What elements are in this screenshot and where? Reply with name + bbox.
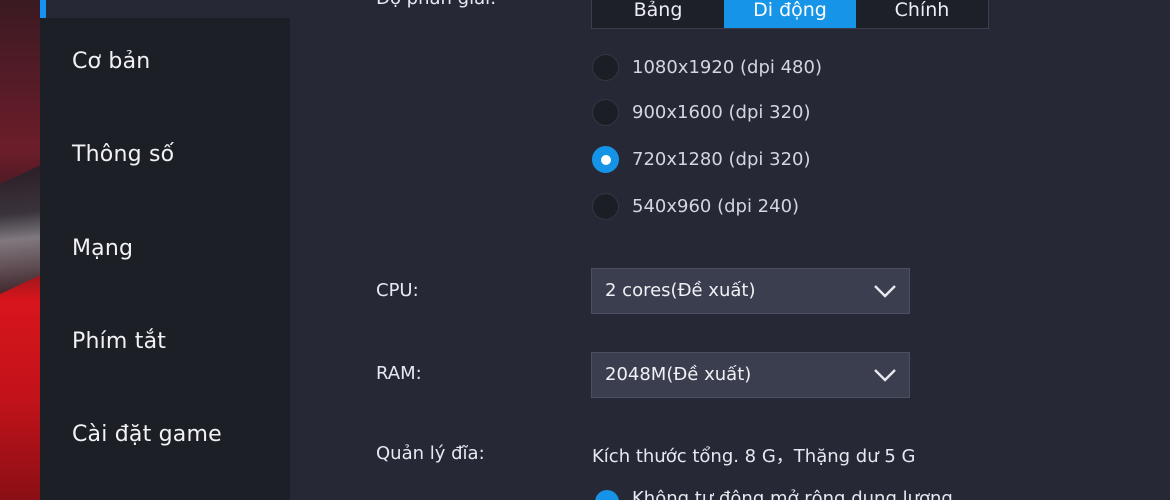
radio-button[interactable] [592,54,619,81]
sidebar-top-edge [46,0,290,18]
mode-tab-main[interactable]: Chính [856,0,988,28]
radio-button-selected[interactable] [592,146,619,173]
cpu-select-value: 2 cores(Đề xuất) [605,280,756,301]
disk-size-summary: Kích thước tổng. 8 G，Thặng dư 5 G [592,446,916,467]
settings-sidebar: Cơ bản Thông số Mạng Phím tắt Cài đặt ga… [40,18,290,500]
artwork-car-detail [0,156,40,294]
sidebar-item-label: Thông số [72,142,175,167]
sidebar-item-shortcuts[interactable]: Phím tắt [72,329,166,354]
disk-option-label: Không tự động mở rộng dung lượng [632,488,953,500]
resolution-option[interactable]: 720x1280 (dpi 320) [592,146,811,173]
disk-label: Quản lý đĩa: [376,443,485,464]
chevron-down-icon [874,285,896,298]
chevron-down-icon [874,369,896,382]
radio-button[interactable] [592,99,619,126]
resolution-mode-switch: Bảng Di động Chính [591,0,989,29]
radio-button-selected[interactable] [595,490,619,500]
resolution-label: Độ phân giải: [376,0,496,9]
resolution-option[interactable]: 900x1600 (dpi 320) [592,99,811,126]
radio-button[interactable] [592,193,619,220]
resolution-option-label: 720x1280 (dpi 320) [632,149,811,170]
resolution-option-label: 900x1600 (dpi 320) [632,102,811,123]
resolution-option-label: 540x960 (dpi 240) [632,196,800,217]
cpu-label: CPU: [376,280,419,301]
sidebar-item-basic[interactable]: Cơ bản [72,49,150,74]
sidebar-item-label: Cơ bản [72,49,151,74]
sidebar-item-specs[interactable]: Thông số [72,142,174,167]
resolution-option-label: 1080x1920 (dpi 480) [632,57,822,78]
ram-select-value: 2048M(Đề xuất) [605,364,752,385]
mode-tab-tablet[interactable]: Bảng [592,0,724,28]
ram-select[interactable]: 2048M(Đề xuất) [591,352,910,398]
resolution-option[interactable]: 540x960 (dpi 240) [592,193,799,220]
sidebar-item-label: Phím tắt [72,329,167,354]
background-artwork [0,0,40,500]
sidebar-item-label: Mạng [72,236,134,261]
sidebar-item-network[interactable]: Mạng [72,236,133,261]
ram-label: RAM: [376,363,422,384]
mode-tab-mobile[interactable]: Di động [724,0,856,28]
sidebar-item-game-settings[interactable]: Cài đặt game [72,422,222,447]
cpu-select[interactable]: 2 cores(Đề xuất) [591,268,910,314]
sidebar-item-label: Cài đặt game [72,422,222,447]
resolution-option[interactable]: 1080x1920 (dpi 480) [592,54,822,81]
